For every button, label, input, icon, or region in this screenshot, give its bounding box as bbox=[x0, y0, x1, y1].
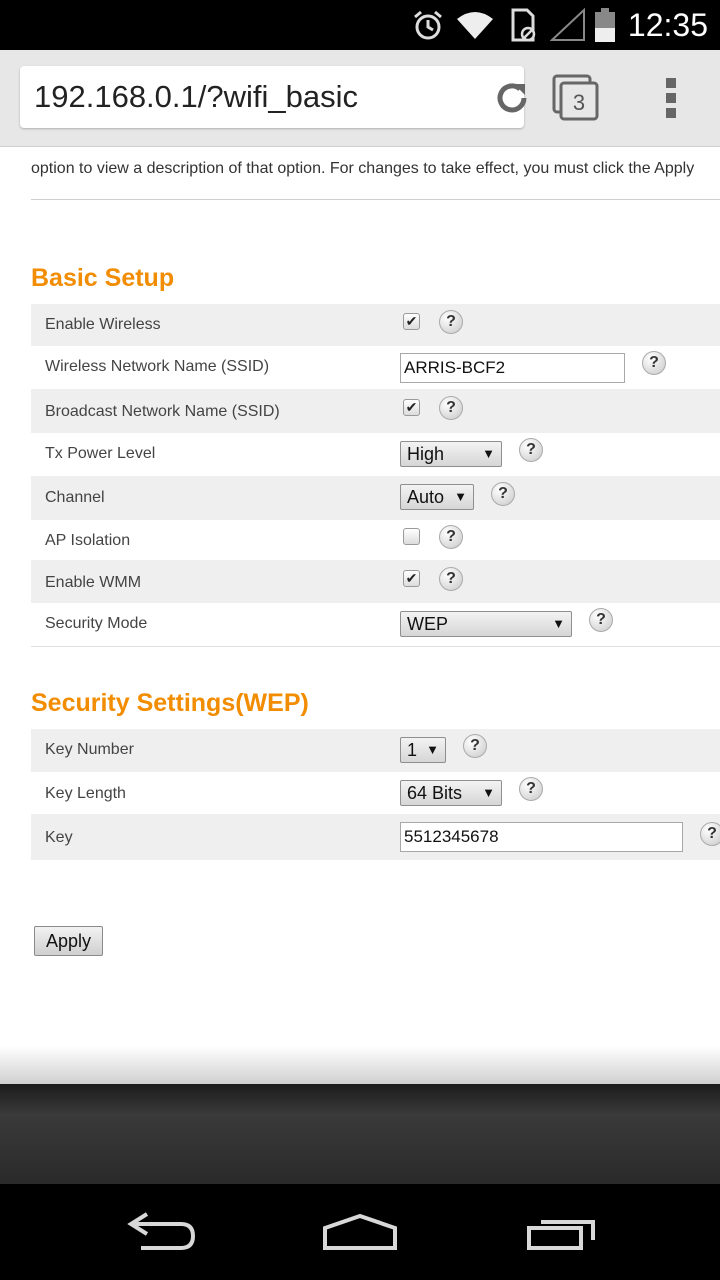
row-label: Security Mode bbox=[45, 615, 148, 632]
help-icon[interactable]: ? bbox=[700, 822, 720, 846]
help-icon[interactable]: ? bbox=[519, 777, 543, 801]
tx-power-value: High bbox=[407, 444, 445, 464]
row-enable-wireless: Enable Wireless ✔ ? bbox=[31, 304, 720, 346]
security-mode-select[interactable]: WEP ▼ bbox=[400, 611, 572, 637]
row-ssid: Wireless Network Name (SSID) ARRIS-BCF2 … bbox=[31, 346, 720, 389]
help-icon[interactable]: ? bbox=[439, 310, 463, 334]
broadcast-ssid-checkbox[interactable]: ✔ bbox=[403, 399, 420, 416]
url-text[interactable]: 192.168.0.1/?wifi_basic bbox=[34, 66, 358, 128]
tabs-icon[interactable]: 3 bbox=[552, 74, 600, 122]
help-icon[interactable]: ? bbox=[519, 438, 543, 462]
clock: 12:35 bbox=[627, 7, 708, 43]
apply-button[interactable]: Apply bbox=[34, 926, 103, 956]
row-label: Tx Power Level bbox=[45, 445, 156, 462]
row-broadcast-ssid: Broadcast Network Name (SSID) ✔ ? bbox=[31, 389, 720, 433]
row-label: Enable Wireless bbox=[45, 316, 161, 333]
help-icon[interactable]: ? bbox=[589, 608, 613, 632]
row-ap-isolation: AP Isolation ? bbox=[31, 520, 720, 560]
row-security-mode: Security Mode WEP ▼ ? bbox=[31, 603, 720, 646]
basic-setup-title: Basic Setup bbox=[31, 264, 175, 292]
dropdown-arrow-icon: ▼ bbox=[482, 785, 495, 800]
row-tx-power: Tx Power Level High ▼ ? bbox=[31, 433, 720, 476]
address-bar[interactable]: 192.168.0.1/?wifi_basic bbox=[20, 66, 527, 128]
web-page: option to view a description of that opt… bbox=[0, 147, 720, 1047]
browser-bottom-area bbox=[0, 1084, 720, 1184]
key-number-value: 1 bbox=[407, 740, 418, 760]
home-icon[interactable] bbox=[315, 1202, 405, 1262]
divider bbox=[31, 646, 720, 647]
channel-select[interactable]: Auto ▼ bbox=[400, 484, 474, 510]
ap-isolation-checkbox[interactable] bbox=[403, 528, 420, 545]
sim-card-icon bbox=[505, 0, 541, 50]
help-icon[interactable]: ? bbox=[439, 396, 463, 420]
ssid-input[interactable]: ARRIS-BCF2 bbox=[400, 353, 625, 383]
row-label: Key bbox=[45, 829, 73, 846]
dropdown-arrow-icon: ▼ bbox=[426, 742, 439, 757]
row-key: Key 5512345678 ? bbox=[31, 814, 720, 860]
row-label: Wireless Network Name (SSID) bbox=[45, 358, 270, 375]
key-value: 5512345678 bbox=[404, 827, 499, 846]
tab-count: 3 bbox=[573, 90, 585, 115]
key-number-select[interactable]: 1 ▼ bbox=[400, 737, 446, 763]
page-bottom-fade bbox=[0, 1046, 720, 1084]
overflow-menu-icon[interactable] bbox=[660, 76, 684, 120]
security-mode-value: WEP bbox=[407, 614, 449, 634]
row-label: Key Length bbox=[45, 785, 126, 802]
enable-wmm-checkbox[interactable]: ✔ bbox=[403, 570, 420, 587]
row-key-length: Key Length 64 Bits ▼ ? bbox=[31, 772, 720, 814]
intro-text: option to view a description of that opt… bbox=[31, 160, 695, 177]
dropdown-arrow-icon: ▼ bbox=[482, 446, 495, 461]
recents-icon[interactable] bbox=[517, 1202, 607, 1262]
ssid-value: ARRIS-BCF2 bbox=[404, 358, 506, 377]
help-icon[interactable]: ? bbox=[491, 482, 515, 506]
navigation-bar bbox=[0, 1184, 720, 1280]
back-icon[interactable] bbox=[115, 1202, 205, 1262]
dropdown-arrow-icon: ▼ bbox=[552, 616, 565, 631]
enable-wireless-checkbox[interactable]: ✔ bbox=[403, 313, 420, 330]
divider bbox=[31, 199, 720, 200]
signal-icon bbox=[548, 0, 588, 50]
row-label: Channel bbox=[45, 489, 105, 506]
key-input[interactable]: 5512345678 bbox=[400, 822, 683, 852]
dropdown-arrow-icon: ▼ bbox=[454, 489, 467, 504]
reload-icon[interactable] bbox=[492, 78, 532, 118]
help-icon[interactable]: ? bbox=[439, 567, 463, 591]
alarm-icon bbox=[408, 0, 448, 50]
row-label: Broadcast Network Name (SSID) bbox=[45, 403, 280, 420]
help-icon[interactable]: ? bbox=[642, 351, 666, 375]
key-length-value: 64 Bits bbox=[407, 783, 463, 803]
help-icon[interactable]: ? bbox=[439, 525, 463, 549]
security-settings-title: Security Settings(WEP) bbox=[31, 689, 309, 717]
key-length-select[interactable]: 64 Bits ▼ bbox=[400, 780, 502, 806]
row-channel: Channel Auto ▼ ? bbox=[31, 476, 720, 520]
channel-value: Auto bbox=[407, 487, 445, 507]
battery-icon bbox=[592, 0, 618, 50]
browser-toolbar: 192.168.0.1/?wifi_basic 3 bbox=[0, 50, 720, 147]
row-label: Enable WMM bbox=[45, 574, 142, 591]
row-key-number: Key Number 1 ▼ ? bbox=[31, 729, 720, 772]
row-label: AP Isolation bbox=[45, 532, 131, 549]
help-icon[interactable]: ? bbox=[463, 734, 487, 758]
row-label: Key Number bbox=[45, 741, 134, 758]
tx-power-select[interactable]: High ▼ bbox=[400, 441, 502, 467]
wifi-icon bbox=[453, 0, 497, 50]
status-bar: 12:35 bbox=[0, 0, 720, 50]
row-enable-wmm: Enable WMM ✔ ? bbox=[31, 560, 720, 603]
